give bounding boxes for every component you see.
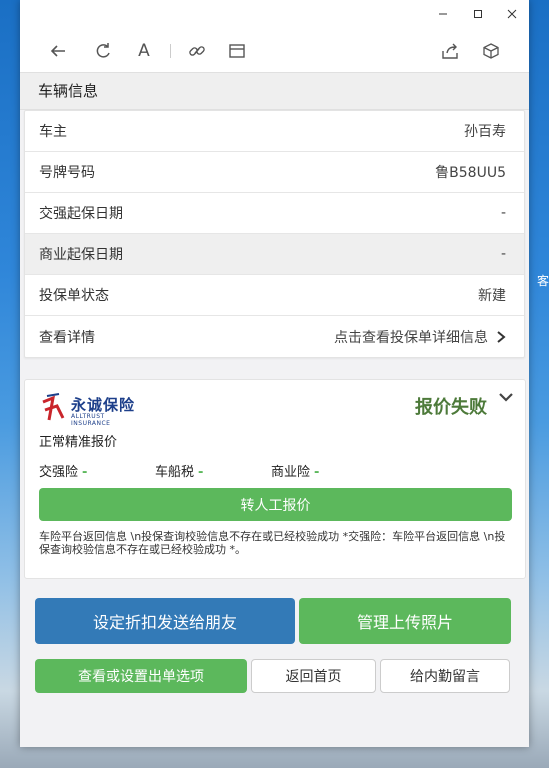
view-details-label: 查看详情	[39, 329, 95, 346]
share-discount-button[interactable]: 设定折扣发送给朋友	[35, 598, 295, 644]
commercial-start-label: 商业起保日期	[39, 247, 123, 263]
manage-photos-button[interactable]: 管理上传照片	[299, 598, 511, 644]
compulsory-start-row: 交强起保日期 -	[25, 193, 524, 234]
chevron-right-icon	[497, 330, 506, 343]
maximize-button[interactable]	[468, 4, 488, 24]
close-button[interactable]	[502, 4, 522, 24]
quote-status: 报价失败	[415, 397, 487, 418]
view-details-row[interactable]: 查看详情 点击查看投保单详细信息	[25, 316, 524, 357]
quote-mode: 正常精准报价	[39, 435, 118, 450]
premium-compulsory-value: -	[82, 465, 88, 480]
font-size-button[interactable]: A	[132, 39, 156, 63]
font-icon: A	[138, 41, 150, 61]
refresh-button[interactable]	[91, 39, 115, 63]
premium-vehicle-tax: 车船税 -	[155, 461, 203, 480]
app-window: A 车辆信息 车主 孙百寿 号牌号码 鲁B58UU5 交强起保日期 - 商业起保…	[20, 0, 529, 747]
view-details-link[interactable]: 点击查看投保单详细信息	[334, 327, 506, 347]
plate-value: 鲁B58UU5	[435, 165, 506, 181]
window-icon	[229, 44, 245, 58]
window-button[interactable]	[225, 39, 249, 63]
share-button[interactable]	[438, 39, 462, 63]
owner-label: 车主	[39, 124, 67, 140]
company-emblem-icon	[42, 393, 65, 421]
title-bar	[20, 0, 529, 28]
company-logo-text: 永诚保险	[71, 396, 136, 414]
premium-vehicle-tax-label: 车船税	[155, 465, 195, 480]
back-button[interactable]	[46, 39, 70, 63]
plate-label: 号牌号码	[39, 165, 95, 181]
premium-commercial-value: -	[314, 465, 320, 480]
policy-status-label: 投保单状态	[39, 288, 109, 304]
commercial-start-row: 商业起保日期 -	[25, 234, 524, 275]
policy-status-row: 投保单状态 新建	[25, 275, 524, 316]
vehicle-info-header: 车辆信息	[20, 72, 529, 110]
premium-vehicle-tax-value: -	[198, 465, 204, 480]
premium-commercial-label: 商业险	[271, 465, 311, 480]
back-arrow-icon	[50, 45, 65, 57]
chevron-down-icon	[499, 393, 513, 402]
cube-icon	[483, 43, 499, 59]
order-options-button[interactable]: 查看或设置出单选项	[35, 659, 247, 693]
link-button[interactable]	[185, 39, 209, 63]
quote-card: 永诚保险 ALLTRUST INSURANCE 报价失败 正常精准报价 交强险 -…	[24, 379, 526, 579]
owner-value: 孙百寿	[464, 124, 506, 140]
share-icon	[442, 43, 458, 59]
message-staff-button[interactable]: 给内勤留言	[380, 659, 510, 693]
collapse-toggle[interactable]	[499, 390, 513, 406]
vehicle-info-card: 车主 孙百寿 号牌号码 鲁B58UU5 交强起保日期 - 商业起保日期 - 投保…	[24, 110, 525, 358]
premium-commercial: 商业险 -	[271, 461, 319, 480]
commercial-start-value: -	[500, 246, 506, 262]
compulsory-start-label: 交强起保日期	[39, 206, 123, 222]
manual-quote-button[interactable]: 转人工报价	[39, 488, 512, 521]
company-logo-subtext: ALLTRUST INSURANCE	[71, 413, 111, 427]
plate-row: 号牌号码 鲁B58UU5	[25, 152, 524, 193]
refresh-icon	[96, 43, 110, 58]
policy-status-value: 新建	[478, 288, 506, 304]
company-logo: 永诚保险 ALLTRUST INSURANCE	[39, 392, 143, 427]
extension-button[interactable]	[479, 39, 503, 63]
platform-message: 车险平台返回信息 \n投保查询校验信息不存在或已经校验成功 *交强险：车险平台返…	[39, 530, 506, 556]
maximize-icon	[474, 10, 482, 18]
view-details-value: 点击查看投保单详细信息	[334, 329, 488, 346]
home-button[interactable]: 返回首页	[251, 659, 376, 693]
minimize-button[interactable]	[433, 4, 453, 24]
browser-toolbar: A	[20, 28, 529, 72]
close-icon	[507, 9, 517, 19]
minimize-icon	[439, 13, 447, 15]
premium-compulsory: 交强险 -	[39, 461, 87, 480]
toolbar-divider	[170, 44, 171, 58]
desktop-edge-text: 客	[537, 274, 549, 288]
compulsory-start-value: -	[500, 205, 506, 221]
link-icon	[189, 46, 205, 56]
premium-compulsory-label: 交强险	[39, 465, 79, 480]
owner-row: 车主 孙百寿	[25, 111, 524, 152]
